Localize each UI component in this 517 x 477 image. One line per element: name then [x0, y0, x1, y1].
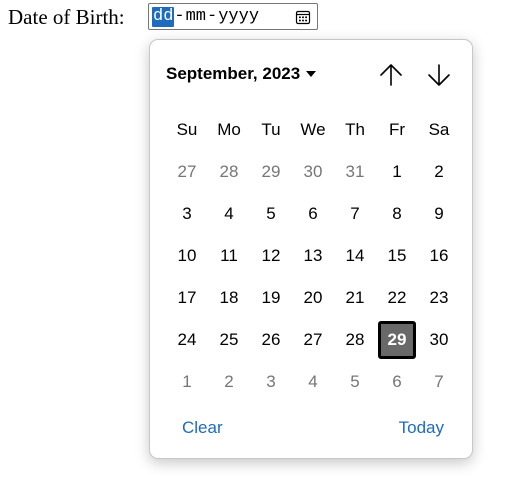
- arrow-down-icon: [428, 64, 450, 86]
- day-cell[interactable]: 25: [208, 319, 250, 361]
- day-cell[interactable]: 30: [292, 151, 334, 193]
- day-cell[interactable]: 5: [250, 193, 292, 235]
- day-cell[interactable]: 4: [292, 361, 334, 403]
- day-cell[interactable]: 29: [250, 151, 292, 193]
- day-cell[interactable]: 1: [376, 151, 418, 193]
- day-cell[interactable]: 1: [166, 361, 208, 403]
- weekday-header: Sa: [428, 120, 450, 139]
- weekday-header: Tu: [261, 120, 281, 139]
- date-of-birth-input[interactable]: dd - mm - yyyy: [148, 3, 318, 30]
- day-cell[interactable]: 13: [292, 235, 334, 277]
- day-cell[interactable]: 3: [166, 193, 208, 235]
- month-segment[interactable]: mm: [185, 7, 207, 27]
- day-cell[interactable]: 9: [418, 193, 460, 235]
- today-button[interactable]: Today: [399, 418, 444, 438]
- weekday-header: Fr: [388, 120, 406, 139]
- day-cell[interactable]: 3: [250, 361, 292, 403]
- selected-day-cell[interactable]: 29: [378, 321, 416, 359]
- day-cell[interactable]: 15: [376, 235, 418, 277]
- day-cell[interactable]: 18: [208, 277, 250, 319]
- day-cell[interactable]: 12: [250, 235, 292, 277]
- day-cell[interactable]: 28: [334, 319, 376, 361]
- day-cell[interactable]: 27: [166, 151, 208, 193]
- previous-month-button[interactable]: [376, 60, 406, 90]
- day-cell[interactable]: 2: [418, 151, 460, 193]
- year-segment[interactable]: yyyy: [217, 7, 260, 27]
- day-cell[interactable]: 8: [376, 193, 418, 235]
- day-cell[interactable]: 28: [208, 151, 250, 193]
- day-cell[interactable]: 31: [334, 151, 376, 193]
- date-separator: -: [174, 6, 185, 26]
- day-segment[interactable]: dd: [152, 6, 175, 27]
- day-cell[interactable]: 14: [334, 235, 376, 277]
- day-cell[interactable]: 20: [292, 277, 334, 319]
- month-year-dropdown[interactable]: September, 2023: [166, 64, 317, 84]
- weekday-header: Mo: [217, 120, 241, 139]
- day-cell[interactable]: 16: [418, 235, 460, 277]
- month-year-label: September, 2023: [166, 64, 301, 83]
- weekday-header: Th: [345, 120, 365, 139]
- date-picker-popup: September, 2023 Su Mo Tu We Th Fr Sa 27 28 29 30 31…: [149, 39, 473, 459]
- next-month-button[interactable]: [424, 60, 454, 90]
- day-cell[interactable]: 27: [292, 319, 334, 361]
- day-cell[interactable]: 24: [166, 319, 208, 361]
- date-separator: -: [207, 6, 218, 26]
- day-cell[interactable]: 5: [334, 361, 376, 403]
- day-cell[interactable]: 23: [418, 277, 460, 319]
- day-cell[interactable]: 11: [208, 235, 250, 277]
- caret-down-icon: [306, 71, 317, 77]
- day-cell[interactable]: 6: [292, 193, 334, 235]
- day-cell[interactable]: 22: [376, 277, 418, 319]
- weekday-header: We: [300, 120, 326, 139]
- day-cell[interactable]: 21: [334, 277, 376, 319]
- calendar-icon[interactable]: [294, 8, 312, 26]
- day-cell[interactable]: 17: [166, 277, 208, 319]
- day-cell[interactable]: 2: [208, 361, 250, 403]
- day-cell[interactable]: 19: [250, 277, 292, 319]
- arrow-up-icon: [380, 64, 402, 86]
- day-cell[interactable]: 30: [418, 319, 460, 361]
- date-of-birth-label: Date of Birth:: [8, 5, 125, 29]
- day-cell[interactable]: 7: [334, 193, 376, 235]
- day-cell[interactable]: 4: [208, 193, 250, 235]
- day-cell[interactable]: 10: [166, 235, 208, 277]
- calendar-grid: Su Mo Tu We Th Fr Sa 27 28 29 30 31 1 2 3 4 5 6 7 8 9 10 11 12 1…: [166, 109, 460, 403]
- day-cell[interactable]: 7: [418, 361, 460, 403]
- day-cell[interactable]: 6: [376, 361, 418, 403]
- weekday-header: Su: [176, 120, 198, 139]
- day-cell[interactable]: 26: [250, 319, 292, 361]
- clear-button[interactable]: Clear: [182, 418, 223, 438]
